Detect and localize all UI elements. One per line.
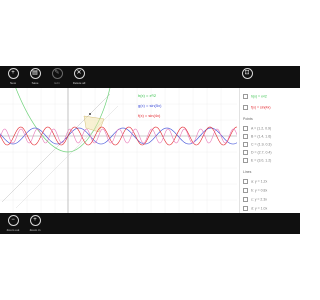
panel-divider <box>239 88 240 213</box>
checkbox-icon[interactable] <box>243 206 248 211</box>
point-label: E = (3.0, 1.2) <box>251 158 272 163</box>
zoom-in-icon: + <box>29 215 41 226</box>
new-label: New <box>9 81 16 85</box>
point-item[interactable]: D = (2.7, 0.4) <box>243 150 272 155</box>
checkbox-icon[interactable] <box>243 197 248 202</box>
line-item[interactable]: d: y = 1.0x <box>243 206 268 211</box>
save-label: Save <box>31 81 39 85</box>
checkbox-icon[interactable] <box>243 158 248 163</box>
point-label: D = (2.7, 0.4) <box>251 150 272 155</box>
line-label: b: y = 0.8x <box>251 188 268 193</box>
new-button[interactable]: + New <box>3 68 23 85</box>
pin-button[interactable]: ⊡ <box>237 68 257 79</box>
checkbox-icon[interactable] <box>243 126 248 131</box>
legend-g: g(x) = sin(5x) <box>138 103 162 108</box>
function-item-f[interactable]: f(x) = sin(4x) <box>243 105 271 110</box>
edit-button[interactable]: ✎ Edit <box>47 68 67 85</box>
zoom-out-label: Zoom out <box>6 228 20 232</box>
save-icon: ▤ <box>29 68 41 79</box>
line-item[interactable]: a: y = 1.2x <box>243 179 268 184</box>
delete-all-label: Delete all <box>72 81 86 85</box>
checkbox-icon[interactable] <box>243 150 248 155</box>
point-item[interactable]: A = (1.2, 0.9) <box>243 126 272 131</box>
point-item[interactable]: E = (3.0, 1.2) <box>243 158 272 163</box>
edit-icon: ✎ <box>51 68 63 79</box>
point-label: A = (1.2, 0.9) <box>251 126 272 131</box>
point-marker[interactable] <box>89 113 91 115</box>
line-label: c: y = 2.3x <box>251 197 268 202</box>
app-window: + New ▤ Save ✎ Edit ✕ Delete all ⊡ h(x) … <box>0 66 300 234</box>
checkbox-icon[interactable] <box>243 94 248 99</box>
checkbox-icon[interactable] <box>243 142 248 147</box>
line-label: a: y = 1.2x <box>251 179 268 184</box>
checkbox-icon[interactable] <box>243 134 248 139</box>
legend-f: f(x) = sin(4x) <box>138 113 161 118</box>
bottom-app-bar: − Zoom out + Zoom in <box>0 213 300 234</box>
graph-svg[interactable] <box>0 88 237 213</box>
point-label: C = (1.9, 0.3) <box>251 142 272 147</box>
delete-icon: ✕ <box>73 68 85 79</box>
lines-section-title: Lines <box>243 170 252 174</box>
grid <box>0 88 237 213</box>
save-button[interactable]: ▤ Save <box>25 68 45 85</box>
checkbox-icon[interactable] <box>243 188 248 193</box>
zoom-in-button[interactable]: + Zoom in <box>25 215 45 232</box>
edit-label: Edit <box>54 81 60 85</box>
function-list-panel: h(x) = x²/2 f(x) = sin(4x) Points A = (1… <box>239 88 300 213</box>
zoom-in-label: Zoom in <box>29 228 41 232</box>
zoom-out-icon: − <box>7 215 19 226</box>
function-legend: h(x) = x²/2 g(x) = sin(5x) f(x) = sin(4x… <box>138 94 161 124</box>
function-item-h[interactable]: h(x) = x²/2 <box>243 94 267 99</box>
pin-icon: ⊡ <box>241 68 253 79</box>
function-item-label: f(x) = sin(4x) <box>251 105 271 110</box>
top-app-bar: + New ▤ Save ✎ Edit ✕ Delete all ⊡ <box>0 66 300 88</box>
line-item[interactable]: c: y = 2.3x <box>243 197 268 202</box>
line-label: d: y = 1.0x <box>251 206 268 211</box>
points-section-title: Points <box>243 117 253 121</box>
checkbox-icon[interactable] <box>243 105 248 110</box>
legend-h: h(x) = x²/2 <box>138 93 157 98</box>
plus-icon: + <box>7 68 19 79</box>
delete-all-button[interactable]: ✕ Delete all <box>69 68 89 85</box>
point-label: B = (1.4, 1.6) <box>251 134 272 139</box>
checkbox-icon[interactable] <box>243 179 248 184</box>
point-item[interactable]: B = (1.4, 1.6) <box>243 134 272 139</box>
zoom-out-button[interactable]: − Zoom out <box>3 215 23 232</box>
graph-canvas[interactable]: h(x) = x²/2 g(x) = sin(5x) f(x) = sin(4x… <box>0 88 237 213</box>
function-item-label: h(x) = x²/2 <box>251 94 267 99</box>
point-item[interactable]: C = (1.9, 0.3) <box>243 142 272 147</box>
line-item[interactable]: b: y = 0.8x <box>243 188 268 193</box>
